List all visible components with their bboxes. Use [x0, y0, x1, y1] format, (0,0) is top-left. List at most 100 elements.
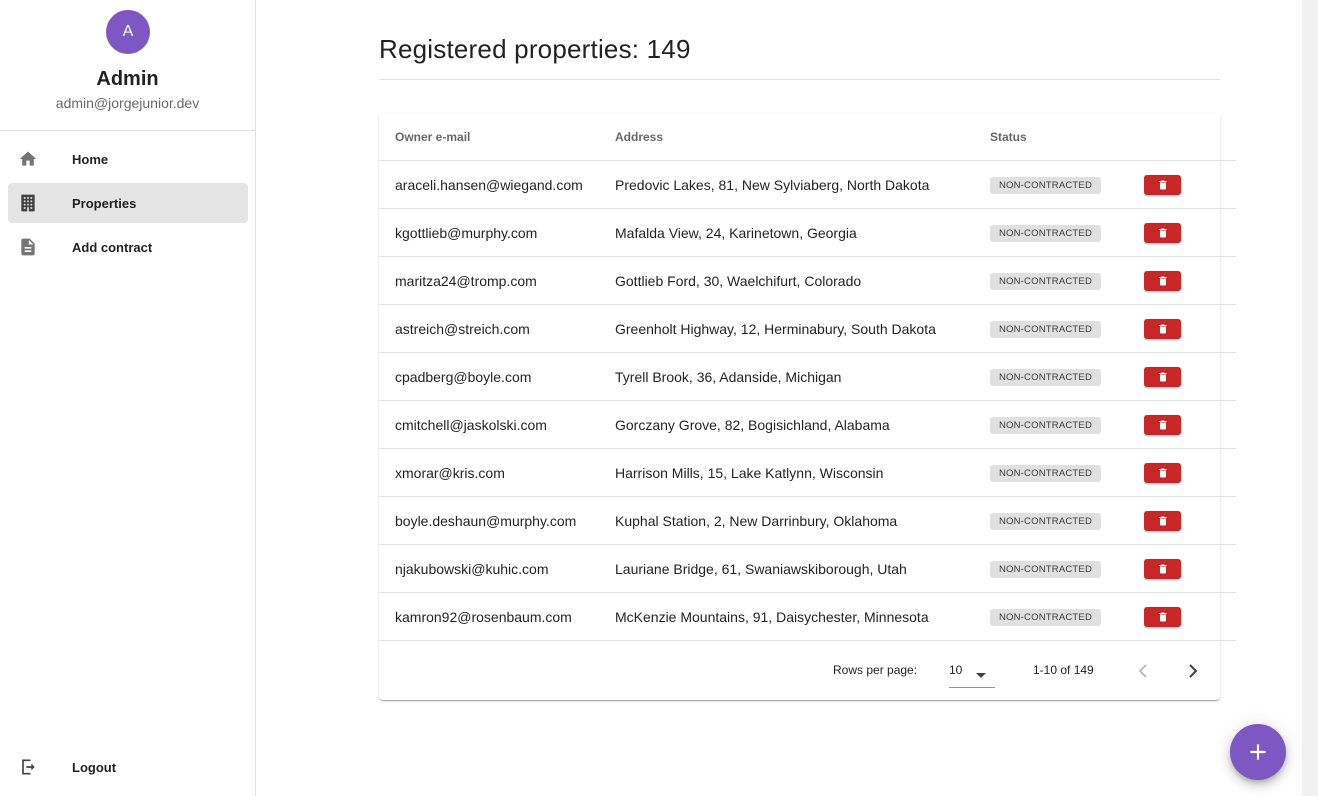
column-header-actions: [1144, 113, 1236, 161]
actions-cell: [1144, 208, 1236, 257]
delete-button[interactable]: [1144, 462, 1181, 483]
actions-cell: [1144, 400, 1236, 449]
trash-icon: [1159, 276, 1166, 285]
properties-table: Owner e-mail Address Status araceli.hans…: [379, 113, 1236, 641]
status-cell: NON-CONTRACTED: [990, 544, 1144, 593]
address: Harrison Mills, 15, Lake Katlynn, Wiscon…: [615, 448, 990, 497]
table-row: cmitchell@jaskolski.com Gorczany Grove, …: [379, 400, 1236, 449]
status-badge: NON-CONTRACTED: [990, 369, 1101, 386]
rows-per-page-value: 10: [949, 663, 963, 677]
address: Tyrell Brook, 36, Adanside, Michigan: [615, 352, 990, 401]
properties-table-card: Owner e-mail Address Status araceli.hans…: [379, 113, 1236, 700]
trash-icon: [1159, 468, 1166, 477]
sidebar-item-label: Add contract: [72, 239, 153, 255]
page-range: 1-10 of 149: [1033, 663, 1094, 677]
scrollbar-thumb[interactable]: [1305, 2, 1315, 790]
logout-button[interactable]: Logout: [8, 747, 248, 787]
caret-down-icon: [975, 667, 987, 685]
status-cell: NON-CONTRACTED: [990, 400, 1144, 449]
table-row: boyle.deshaun@murphy.com Kuphal Station,…: [379, 496, 1236, 545]
trash-icon: [1159, 372, 1166, 381]
profile-email: admin@jorgejunior.dev: [55, 95, 200, 111]
owner-email: astreich@streich.com: [379, 304, 615, 353]
status-cell: NON-CONTRACTED: [990, 256, 1144, 305]
delete-button[interactable]: [1144, 510, 1181, 531]
sidebar: A Admin admin@jorgejunior.dev Home Prope…: [0, 0, 256, 796]
trash-icon: [1159, 612, 1166, 621]
owner-email: maritza24@tromp.com: [379, 256, 615, 305]
address: Lauriane Bridge, 61, Swaniawskiborough, …: [615, 544, 990, 593]
status-badge: NON-CONTRACTED: [990, 609, 1101, 626]
owner-email: boyle.deshaun@murphy.com: [379, 496, 615, 545]
table-row: cpadberg@boyle.com Tyrell Brook, 36, Ada…: [379, 352, 1236, 401]
owner-email: njakubowski@kuhic.com: [379, 544, 615, 593]
owner-email: cmitchell@jaskolski.com: [379, 400, 615, 449]
address: McKenzie Mountains, 91, Daisychester, Mi…: [615, 592, 990, 641]
status-badge: NON-CONTRACTED: [990, 561, 1101, 578]
delete-button[interactable]: [1144, 606, 1181, 627]
status-cell: NON-CONTRACTED: [990, 208, 1144, 257]
status-badge: NON-CONTRACTED: [990, 177, 1101, 194]
table-pagination: Rows per page: 10 1-10 of 149: [379, 642, 1220, 700]
sidebar-nav: Home Properties Add contract: [8, 139, 248, 271]
rows-per-page-label: Rows per page:: [833, 663, 918, 677]
sidebar-item-label: Home: [72, 151, 109, 167]
trash-icon: [1159, 516, 1166, 525]
page-title: Registered properties: 149: [379, 34, 691, 64]
previous-page-button[interactable]: [1131, 659, 1155, 683]
status-cell: NON-CONTRACTED: [990, 352, 1144, 401]
logout-label: Logout: [72, 759, 117, 775]
delete-button[interactable]: [1144, 558, 1181, 579]
sidebar-item-home[interactable]: Home: [8, 139, 248, 179]
delete-button[interactable]: [1144, 222, 1181, 243]
delete-button[interactable]: [1144, 366, 1181, 387]
address: Greenholt Highway, 12, Herminabury, Sout…: [615, 304, 990, 353]
table-header-row: Owner e-mail Address Status: [379, 113, 1236, 161]
actions-cell: [1144, 544, 1236, 593]
address: Mafalda View, 24, Karinetown, Georgia: [615, 208, 990, 257]
building-icon: [8, 193, 58, 213]
scrollbar[interactable]: [1302, 0, 1318, 796]
delete-button[interactable]: [1144, 414, 1181, 435]
column-header-status: Status: [990, 113, 1144, 161]
actions-cell: [1144, 304, 1236, 353]
actions-cell: [1144, 448, 1236, 497]
sidebar-item-label: Properties: [72, 195, 137, 211]
sidebar-item-properties[interactable]: Properties: [8, 183, 248, 223]
owner-email: kgottlieb@murphy.com: [379, 208, 615, 257]
status-cell: NON-CONTRACTED: [990, 592, 1144, 641]
table-row: kamron92@rosenbaum.com McKenzie Mountain…: [379, 592, 1236, 641]
trash-icon: [1159, 564, 1166, 573]
delete-button[interactable]: [1144, 270, 1181, 291]
next-page-button[interactable]: [1181, 659, 1205, 683]
add-property-button[interactable]: [1230, 724, 1286, 780]
address: Predovic Lakes, 81, New Sylviaberg, Nort…: [615, 160, 990, 209]
status-badge: NON-CONTRACTED: [990, 465, 1101, 482]
status-cell: NON-CONTRACTED: [990, 304, 1144, 353]
actions-cell: [1144, 256, 1236, 305]
home-icon: [8, 149, 58, 169]
table-row: astreich@streich.com Greenholt Highway, …: [379, 304, 1236, 353]
status-cell: NON-CONTRACTED: [990, 160, 1144, 209]
delete-button[interactable]: [1144, 174, 1181, 195]
table-row: araceli.hansen@wiegand.com Predovic Lake…: [379, 160, 1236, 209]
rows-per-page-select[interactable]: 10: [949, 654, 995, 688]
avatar: A: [106, 10, 150, 54]
status-badge: NON-CONTRACTED: [990, 417, 1101, 434]
plus-icon: [1250, 744, 1266, 760]
main-content: Registered properties: 149 Owner e-mail …: [256, 0, 1302, 796]
status-cell: NON-CONTRACTED: [990, 448, 1144, 497]
table-row: xmorar@kris.com Harrison Mills, 15, Lake…: [379, 448, 1236, 497]
logout-icon: [8, 757, 58, 777]
owner-email: cpadberg@boyle.com: [379, 352, 615, 401]
status-badge: NON-CONTRACTED: [990, 225, 1101, 242]
trash-icon: [1159, 420, 1166, 429]
address: Gorczany Grove, 82, Bogisichland, Alabam…: [615, 400, 990, 449]
chevron-left-icon: [1138, 664, 1147, 678]
sidebar-item-add-contract[interactable]: Add contract: [8, 227, 248, 267]
owner-email: kamron92@rosenbaum.com: [379, 592, 615, 641]
column-header-address: Address: [615, 113, 990, 161]
delete-button[interactable]: [1144, 318, 1181, 339]
app-root: A Admin admin@jorgejunior.dev Home Prope…: [0, 0, 1318, 796]
table-row: maritza24@tromp.com Gottlieb Ford, 30, W…: [379, 256, 1236, 305]
